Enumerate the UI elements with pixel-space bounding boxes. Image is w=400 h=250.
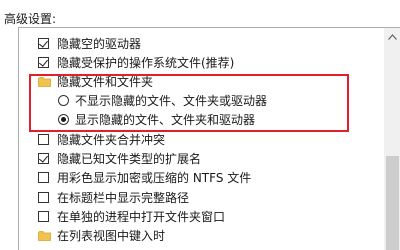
setting-full-path-title[interactable]: 在标题栏中显示完整路径 xyxy=(19,188,379,208)
list-view-typing-label: 在列表视图中键入时 xyxy=(57,229,166,243)
settings-tree: 隐藏空的驱动器 隐藏受保护的操作系统文件(推荐) 隐藏文件和文件夹 不显示隐藏的… xyxy=(19,28,383,250)
hide-folder-merge-conflicts-label: 隐藏文件夹合并冲突 xyxy=(57,133,166,147)
full-path-title-label: 在标题栏中显示完整路径 xyxy=(57,191,190,205)
separate-process-checkbox[interactable] xyxy=(38,211,49,222)
hide-folder-merge-conflicts-checkbox[interactable] xyxy=(38,134,49,145)
setting-separate-process[interactable]: 在单独的进程中打开文件夹窗口 xyxy=(19,207,379,227)
setting-hide-protected-os-files[interactable]: 隐藏受保护的操作系统文件(推荐) xyxy=(19,53,379,73)
setting-hide-known-extensions[interactable]: 隐藏已知文件类型的扩展名 xyxy=(19,149,379,169)
setting-group-list-view-typing: 在列表视图中键入时 xyxy=(19,226,379,246)
setting-hide-empty-drives[interactable]: 隐藏空的驱动器 xyxy=(19,34,379,54)
advanced-settings-list[interactable]: 隐藏空的驱动器 隐藏受保护的操作系统文件(推荐) 隐藏文件和文件夹 不显示隐藏的… xyxy=(18,27,400,250)
hide-protected-os-files-checkbox[interactable] xyxy=(38,57,49,68)
setting-hide-folder-merge-conflicts[interactable]: 隐藏文件夹合并冲突 xyxy=(19,130,379,150)
color-ntfs-label: 用彩色显示加密或压缩的 NTFS 文件 xyxy=(57,171,252,185)
highlight-annotation-box xyxy=(29,74,349,132)
vertical-scrollbar[interactable] xyxy=(384,28,400,250)
separate-process-label: 在单独的进程中打开文件夹窗口 xyxy=(57,210,226,224)
folder-icon xyxy=(38,231,51,241)
scroll-up-arrow-icon[interactable] xyxy=(384,28,400,45)
hide-known-extensions-checkbox[interactable] xyxy=(38,153,49,164)
hide-protected-os-files-label: 隐藏受保护的操作系统文件(推荐) xyxy=(57,56,235,70)
hide-empty-drives-checkbox[interactable] xyxy=(38,38,49,49)
color-ntfs-checkbox[interactable] xyxy=(38,172,49,183)
full-path-title-checkbox[interactable] xyxy=(38,192,49,203)
hide-known-extensions-label: 隐藏已知文件类型的扩展名 xyxy=(57,152,202,166)
hide-empty-drives-label: 隐藏空的驱动器 xyxy=(57,37,142,51)
advanced-settings-panel: 高级设置: 隐藏空的驱动器 隐藏受保护的操作系统文件(推荐) 隐藏文件和文件夹 xyxy=(0,0,400,250)
setting-color-ntfs[interactable]: 用彩色显示加密或压缩的 NTFS 文件 xyxy=(19,168,379,188)
advanced-settings-label: 高级设置: xyxy=(4,12,57,26)
scrollbar-thumb[interactable] xyxy=(386,156,399,250)
